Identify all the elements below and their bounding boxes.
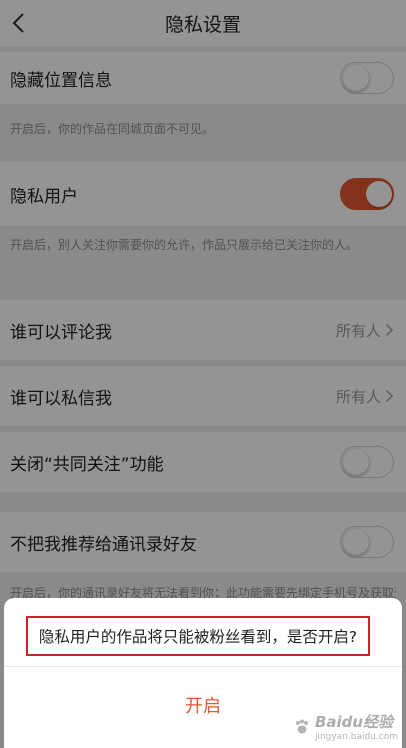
watermark-sub: jingyan.baidu.com bbox=[314, 732, 398, 742]
paw-icon bbox=[295, 719, 308, 733]
dialog-message-highlight: 隐私用户的作品将只能被粉丝看到，是否开启? bbox=[26, 616, 370, 656]
privacy-settings-page: 隐私设置 隐藏位置信息 开启后，你的作品在同城页面不可见。 隐私用户 开启后，别… bbox=[0, 0, 406, 748]
dialog-divider bbox=[4, 666, 402, 667]
watermark-text-group: Baidu经验 jingyan.baidu.com bbox=[315, 711, 398, 742]
dialog-message: 隐私用户的作品将只能被粉丝看到，是否开启? bbox=[38, 628, 358, 646]
baidu-watermark: Baidu经验 jingyan.baidu.com bbox=[293, 711, 398, 742]
watermark-text: Baidu经验 bbox=[314, 713, 394, 731]
